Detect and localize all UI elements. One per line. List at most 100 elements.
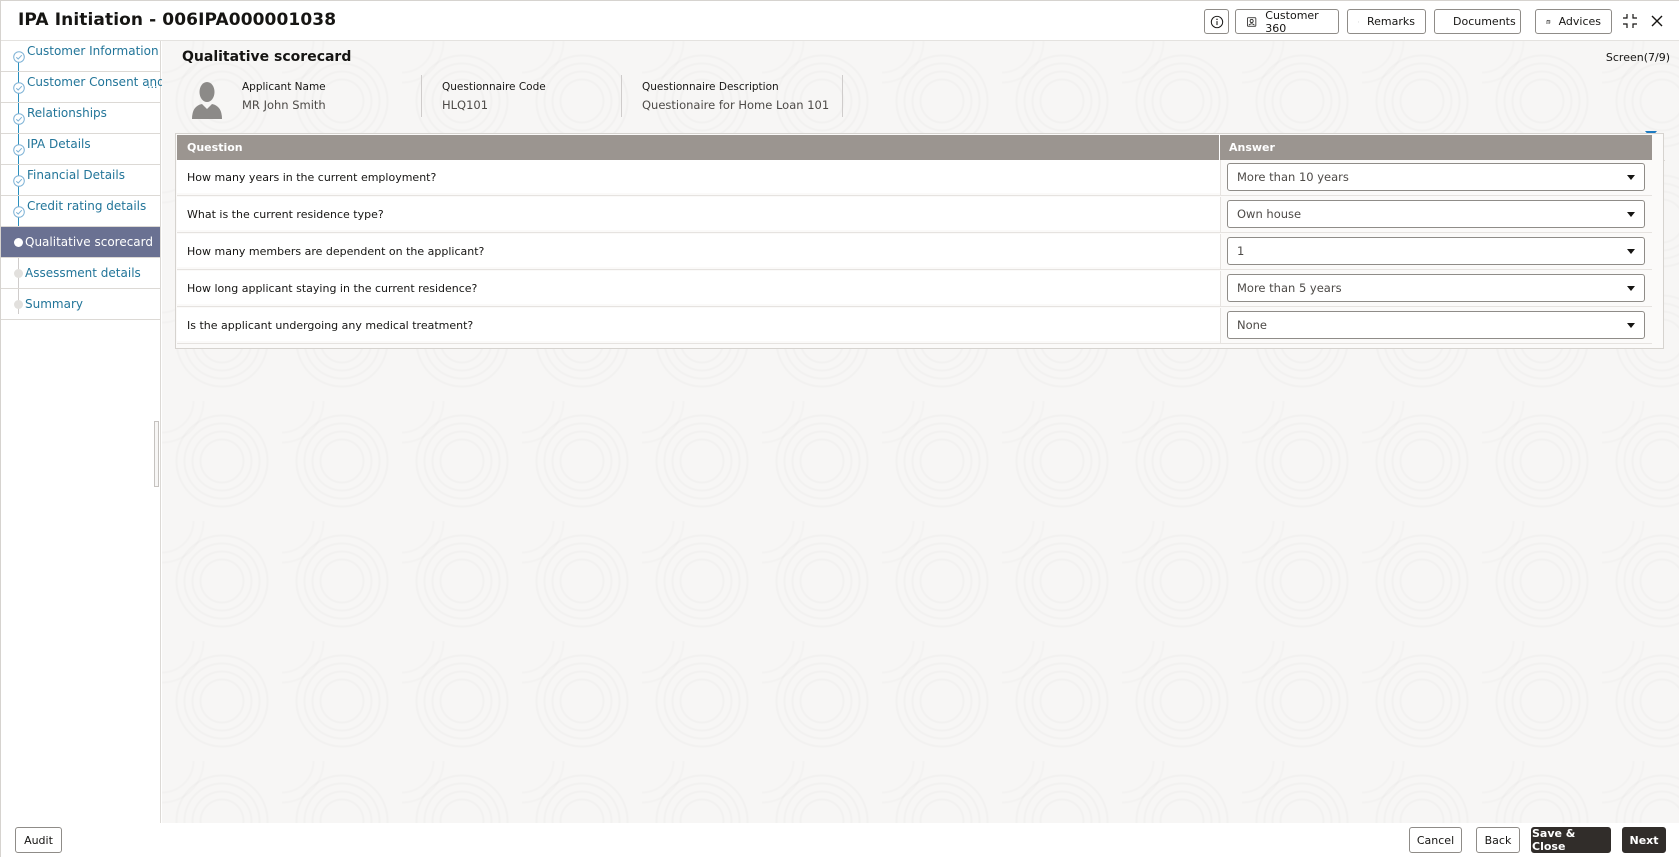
questionnaire-description-label: Questionnaire Description [642, 81, 779, 93]
sidebar-item-relationships[interactable]: Relationships [1, 103, 160, 134]
sidebar-item-label: Assessment details [25, 266, 141, 280]
pending-step-dot-icon [14, 300, 23, 309]
fullscreen-button[interactable] [1619, 9, 1641, 33]
sidebar-item-ipa-details[interactable]: IPA Details [1, 134, 160, 165]
main-content: Qualitative scorecard Screen(7/9) Applic… [154, 41, 1679, 823]
question-cell: How long applicant staying in the curren… [177, 271, 1220, 304]
sidebar-item-credit-rating-details[interactable]: Credit rating details [1, 196, 160, 227]
table-row: Is the applicant undergoing any medical … [177, 308, 1652, 344]
remarks-button[interactable]: Remarks [1347, 9, 1426, 34]
close-icon [1651, 15, 1663, 27]
question-cell: How many years in the current employment… [177, 160, 1220, 193]
answer-select[interactable]: None [1227, 311, 1645, 339]
dropdown-caret-icon [1627, 212, 1635, 217]
table-header: Question Answer [177, 135, 1652, 160]
panel-resize-handle[interactable] [154, 421, 159, 487]
sidebar-item-label: Financial Details [27, 168, 125, 182]
applicant-name-value: MR John Smith [242, 98, 326, 112]
save-close-button[interactable]: Save & Close [1531, 827, 1611, 853]
train-stop-navigation: Customer Information Customer Consent an… [1, 41, 165, 823]
dropdown-caret-icon [1627, 249, 1635, 254]
check-circle-icon [13, 206, 25, 218]
questionnaire-code-value: HLQ101 [442, 98, 489, 112]
back-button[interactable]: Back [1476, 827, 1520, 853]
sidebar-item-label: Customer Consent and [27, 75, 165, 89]
dropdown-caret-icon [1627, 175, 1635, 180]
table-row: What is the current residence type? Own … [177, 197, 1652, 233]
table-row: How many members are dependent on the ap… [177, 234, 1652, 270]
customer-icon [1247, 16, 1257, 27]
sidebar-item-label: Credit rating details [27, 199, 147, 213]
sidebar-item-label: IPA Details [27, 137, 91, 151]
chat-icon [1358, 21, 1359, 22]
pending-step-dot-icon [14, 269, 23, 278]
cancel-button[interactable]: Cancel [1409, 827, 1462, 853]
info-button[interactable] [1204, 9, 1229, 34]
documents-button[interactable]: Documents [1434, 9, 1521, 34]
ipa-initiation-window: IPA Initiation - 006IPA000001038 Custome… [0, 0, 1679, 857]
column-header-answer: Answer [1229, 141, 1275, 154]
answer-select[interactable]: More than 5 years [1227, 274, 1645, 302]
sidebar-item-label: Relationships [27, 106, 107, 120]
section-title: Qualitative scorecard [182, 49, 352, 65]
applicant-name-field: Applicant Name MR John Smith [242, 75, 422, 117]
applicant-name-label: Applicant Name [242, 81, 326, 93]
sidebar-item-customer-information[interactable]: Customer Information [1, 41, 160, 72]
footer-bar: Audit Cancel Back Save & Close Next [1, 823, 1679, 857]
advices-label: Advices [1558, 15, 1601, 28]
avatar-icon [192, 82, 222, 119]
check-circle-icon [13, 51, 25, 63]
sidebar-item-label: Summary [25, 297, 83, 311]
sidebar-item-assessment-details[interactable]: Assessment details [1, 258, 160, 289]
answer-select[interactable]: 1 [1227, 237, 1645, 265]
question-cell: Is the applicant undergoing any medical … [177, 308, 1220, 341]
dropdown-caret-icon [1627, 286, 1635, 291]
title-bar: IPA Initiation - 006IPA000001038 Custome… [1, 1, 1679, 41]
close-button[interactable] [1646, 9, 1668, 33]
table-row: How long applicant staying in the curren… [177, 271, 1652, 307]
check-circle-icon [13, 144, 25, 156]
column-divider [1220, 271, 1221, 307]
answer-select[interactable]: More than 10 years [1227, 163, 1645, 191]
fullscreen-icon [1623, 14, 1637, 28]
table-row: How many years in the current employment… [177, 160, 1652, 196]
questionnaire-table: Question Answer How many years in the cu… [175, 133, 1664, 349]
sidebar-item-qualitative-scorecard[interactable]: Qualitative scorecard [1, 227, 160, 258]
question-cell: What is the current residence type? [177, 197, 1220, 230]
sidebar-item-label: Customer Information [27, 44, 159, 58]
sidebar-item-financial-details[interactable]: Financial Details [1, 165, 160, 196]
column-divider [1220, 160, 1221, 196]
sidebar-item-customer-consent[interactable]: Customer Consent and ... [1, 72, 165, 103]
check-circle-icon [13, 175, 25, 187]
customer-360-label: Customer 360 [1265, 8, 1319, 35]
column-divider [1219, 135, 1220, 160]
check-circle-icon [13, 82, 25, 94]
questionnaire-code-label: Questionnaire Code [442, 81, 546, 93]
customer-360-button[interactable]: Customer 360 [1235, 8, 1339, 35]
advices-button[interactable]: Advices [1535, 9, 1612, 34]
screen-counter: Screen(7/9) [1605, 51, 1670, 64]
questionnaire-description-field: Questionnaire Description Questionaire f… [642, 75, 843, 117]
audit-button[interactable]: Audit [15, 827, 62, 853]
advices-icon [1546, 19, 1551, 24]
answer-select[interactable]: Own house [1227, 200, 1645, 228]
next-button[interactable]: Next [1622, 827, 1666, 853]
answer-select-value: 1 [1237, 244, 1245, 258]
questionnaire-description-value: Questionaire for Home Loan 101 [642, 98, 830, 112]
sidebar-item-summary[interactable]: Summary [1, 289, 160, 320]
column-divider [1220, 308, 1221, 344]
questionnaire-code-field: Questionnaire Code HLQ101 [442, 75, 622, 117]
info-icon [1210, 15, 1223, 28]
answer-select-value: Own house [1237, 207, 1302, 221]
current-step-dot-icon [14, 238, 23, 247]
question-cell: How many members are dependent on the ap… [177, 234, 1220, 267]
answer-select-value: None [1237, 318, 1268, 332]
column-divider [1220, 234, 1221, 270]
answer-select-value: More than 10 years [1237, 170, 1349, 184]
remarks-label: Remarks [1367, 15, 1415, 28]
column-divider [1220, 197, 1221, 233]
window-title: IPA Initiation - 006IPA000001038 [18, 10, 337, 30]
check-circle-icon [13, 113, 25, 125]
dropdown-caret-icon [1627, 323, 1635, 328]
documents-label: Documents [1453, 15, 1516, 28]
